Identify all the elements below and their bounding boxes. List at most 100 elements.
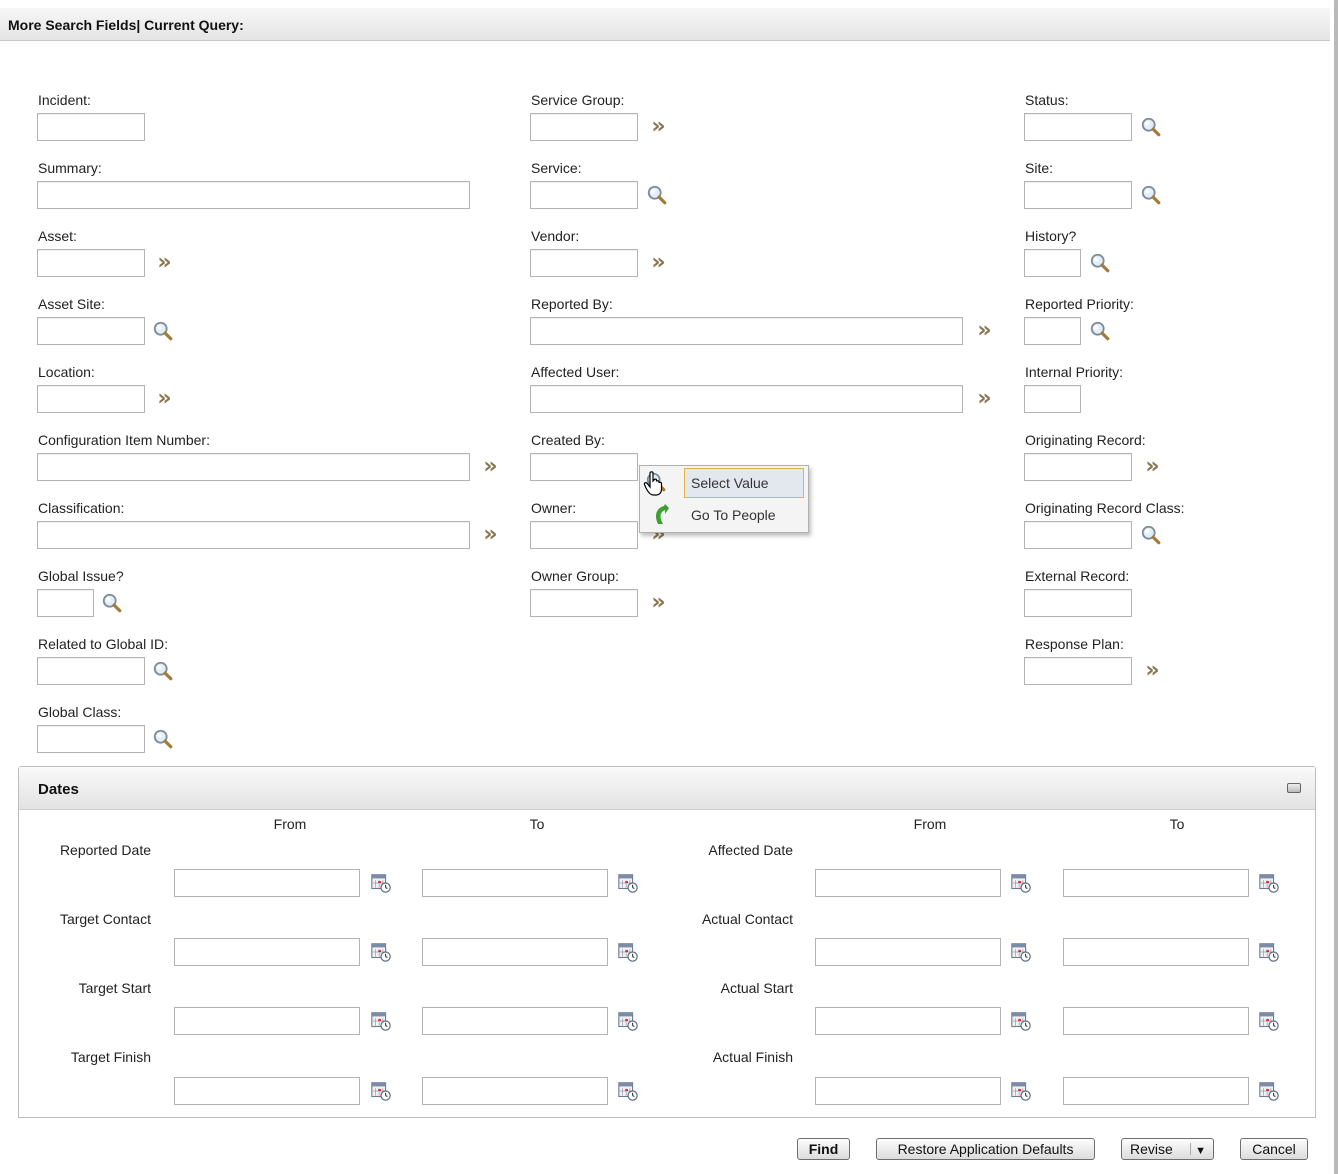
calendar-icon[interactable] <box>616 871 640 895</box>
summary-input[interactable] <box>37 181 470 209</box>
reported-by-input[interactable] <box>530 317 963 345</box>
double-chevron-icon[interactable]: » <box>971 387 995 411</box>
ci-number-input[interactable] <box>37 453 470 481</box>
calendar-icon[interactable] <box>369 871 393 895</box>
created-by-input[interactable] <box>530 453 638 481</box>
calendar-icon[interactable] <box>616 1009 640 1033</box>
asset-input[interactable] <box>37 249 145 277</box>
double-chevron-icon[interactable]: » <box>477 455 501 479</box>
magnifier-icon[interactable] <box>1139 523 1163 547</box>
global-class-input[interactable] <box>37 725 145 753</box>
actual-start-from-input[interactable] <box>815 1007 1001 1035</box>
internal-priority-input[interactable] <box>1024 385 1081 413</box>
classification-input[interactable] <box>37 521 470 549</box>
actual-finish-from-input[interactable] <box>815 1077 1001 1105</box>
target-finish-from-input[interactable] <box>174 1077 360 1105</box>
calendar-icon[interactable] <box>1257 940 1281 964</box>
originating-record-class-input[interactable] <box>1024 521 1132 549</box>
owner-group-input[interactable] <box>530 589 638 617</box>
reported-date-to-input[interactable] <box>422 869 608 897</box>
reported-date-from-input[interactable] <box>174 869 360 897</box>
double-chevron-icon[interactable]: » <box>1139 455 1163 479</box>
chevron-down-icon[interactable]: ▼ <box>1195 1141 1206 1161</box>
actual-contact-to-input[interactable] <box>1063 938 1249 966</box>
magnifier-icon[interactable] <box>100 591 124 615</box>
actual-contact-from-input[interactable] <box>815 938 1001 966</box>
location-input[interactable] <box>37 385 145 413</box>
page-title: More Search Fields| Current Query: <box>8 17 244 33</box>
dates-section-header[interactable]: Dates <box>19 767 1315 810</box>
calendar-icon[interactable] <box>616 940 640 964</box>
revise-button[interactable]: Revise ▼ <box>1121 1138 1214 1160</box>
restore-defaults-button[interactable]: Restore Application Defaults <box>876 1138 1095 1160</box>
magnifier-icon[interactable] <box>1139 183 1163 207</box>
magnifier-icon[interactable] <box>151 659 175 683</box>
calendar-icon[interactable] <box>369 1079 393 1103</box>
magnifier-icon[interactable] <box>1139 115 1163 139</box>
double-chevron-icon[interactable]: » <box>1139 659 1163 683</box>
actual-start-to-input[interactable] <box>1063 1007 1249 1035</box>
double-chevron-icon[interactable]: » <box>645 251 669 275</box>
affected-date-to-input[interactable] <box>1063 869 1249 897</box>
asset-site-input[interactable] <box>37 317 145 345</box>
magnifier-icon[interactable] <box>1088 251 1112 275</box>
response-plan-input[interactable] <box>1024 657 1132 685</box>
double-chevron-icon[interactable]: » <box>971 319 995 343</box>
asset-site-label: Asset Site: <box>38 296 105 312</box>
history-input[interactable] <box>1024 249 1081 277</box>
magnifier-icon[interactable] <box>1088 319 1112 343</box>
col-from-left: From <box>273 816 307 832</box>
calendar-icon[interactable] <box>1009 940 1033 964</box>
target-start-from-input[interactable] <box>174 1007 360 1035</box>
affected-user-input[interactable] <box>530 385 963 413</box>
service-input[interactable] <box>530 181 638 209</box>
calendar-icon[interactable] <box>1009 871 1033 895</box>
originating-record-label: Originating Record: <box>1025 432 1146 448</box>
target-contact-to-input[interactable] <box>422 938 608 966</box>
double-chevron-icon[interactable]: » <box>151 387 175 411</box>
originating-record-input[interactable] <box>1024 453 1132 481</box>
calendar-icon[interactable] <box>616 1079 640 1103</box>
related-global-id-input[interactable] <box>37 657 145 685</box>
incident-input[interactable] <box>37 113 145 141</box>
service-group-input[interactable] <box>530 113 638 141</box>
double-chevron-icon[interactable]: » <box>645 115 669 139</box>
status-input[interactable] <box>1024 113 1132 141</box>
find-button[interactable]: Find <box>797 1138 850 1160</box>
calendar-icon[interactable] <box>369 940 393 964</box>
reported-priority-input[interactable] <box>1024 317 1081 345</box>
collapse-section-icon[interactable] <box>1287 783 1301 793</box>
vendor-input[interactable] <box>530 249 638 277</box>
global-issue-input[interactable] <box>37 589 94 617</box>
site-input[interactable] <box>1024 181 1132 209</box>
target-start-to-input[interactable] <box>422 1007 608 1035</box>
actual-finish-to-input[interactable] <box>1063 1077 1249 1105</box>
external-record-input[interactable] <box>1024 589 1132 617</box>
site-label: Site: <box>1025 160 1054 176</box>
calendar-icon[interactable] <box>1009 1079 1033 1103</box>
target-contact-from-input[interactable] <box>174 938 360 966</box>
double-chevron-icon[interactable]: » <box>151 251 175 275</box>
calendar-icon[interactable] <box>369 1009 393 1033</box>
calendar-icon[interactable] <box>1257 1079 1281 1103</box>
global-issue-label: Global Issue? <box>38 568 124 584</box>
magnifier-icon[interactable] <box>645 183 669 207</box>
internal-priority-label: Internal Priority: <box>1025 364 1124 380</box>
cancel-button[interactable]: Cancel <box>1240 1138 1308 1160</box>
calendar-icon[interactable] <box>1009 1009 1033 1033</box>
double-chevron-icon[interactable]: » <box>477 523 501 547</box>
target-contact-label: Target Contact <box>59 911 151 927</box>
magnifier-icon[interactable] <box>151 727 175 751</box>
calendar-icon[interactable] <box>1257 1009 1281 1033</box>
magnifier-icon[interactable] <box>151 319 175 343</box>
global-class-label: Global Class: <box>38 704 122 720</box>
menu-item-select-value[interactable]: Select Value <box>684 468 804 498</box>
section-header: More Search Fields| Current Query: <box>0 8 1330 41</box>
target-finish-to-input[interactable] <box>422 1077 608 1105</box>
owner-input[interactable] <box>530 521 638 549</box>
calendar-icon[interactable] <box>1257 871 1281 895</box>
double-chevron-icon[interactable]: » <box>645 591 669 615</box>
affected-date-from-input[interactable] <box>815 869 1001 897</box>
history-label: History? <box>1025 228 1077 244</box>
target-start-label: Target Start <box>78 980 151 996</box>
